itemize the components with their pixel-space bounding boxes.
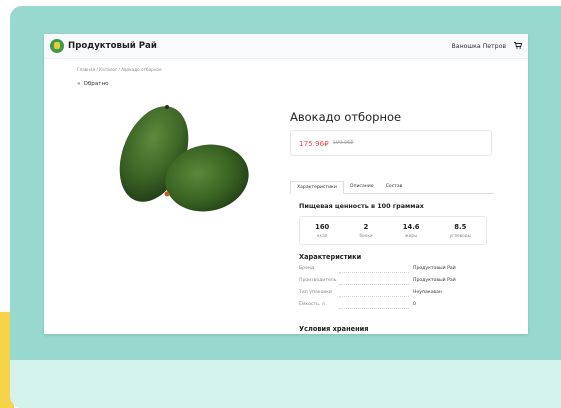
top-nav: Продуктовый Рай Ваношка Петров bbox=[44, 34, 528, 59]
nutrition-fat: 14.6 жиры bbox=[403, 223, 420, 238]
characteristics-heading: Характеристики bbox=[299, 253, 362, 261]
back-link[interactable]: « Обратно bbox=[77, 81, 109, 87]
back-label: Обратно bbox=[83, 81, 109, 87]
tab-description[interactable]: Описание bbox=[344, 181, 380, 193]
product-title: Авокадо отборное bbox=[290, 110, 402, 124]
char-value: 0 bbox=[413, 302, 416, 307]
user-name-link[interactable]: Ваношка Петров bbox=[452, 43, 506, 50]
char-dots bbox=[339, 284, 409, 285]
nav-right: Ваношка Петров bbox=[452, 41, 523, 51]
char-key: Ёмкость, л bbox=[299, 302, 325, 307]
tab-composition[interactable]: Состав bbox=[380, 181, 409, 193]
nutrition-carbs: 8.5 углеводы bbox=[450, 223, 471, 238]
char-value: Продуктовый Рай bbox=[413, 278, 456, 283]
char-row-package: Тип упаковки Неупакован bbox=[299, 290, 485, 299]
char-value: Неупакован bbox=[413, 290, 442, 295]
mockup-footer-band bbox=[10, 360, 561, 408]
nutrition-unit: ккал bbox=[317, 233, 328, 238]
brand-name: Продуктовый Рай bbox=[68, 41, 157, 51]
price-old: 199.96₽ bbox=[332, 140, 354, 146]
char-dots bbox=[339, 296, 409, 297]
char-value: Продуктовый Рай bbox=[413, 266, 456, 271]
char-key: Бренд bbox=[299, 266, 315, 271]
product-page: Продуктовый Рай Ваношка Петров Главная /… bbox=[44, 34, 528, 334]
char-row-volume: Ёмкость, л 0 bbox=[299, 302, 485, 311]
nutrition-kcal: 160 ккал bbox=[315, 223, 329, 238]
char-key: Производитель bbox=[299, 278, 337, 283]
tab-characteristics[interactable]: Характеристики bbox=[290, 181, 344, 194]
price-current: 175.96₽ bbox=[299, 138, 329, 148]
nutrition-unit: белки bbox=[359, 233, 373, 238]
nutrition-heading: Пищевая ценность в 100 граммах bbox=[299, 202, 424, 210]
product-tabs: Характеристики Описание Состав bbox=[290, 181, 494, 194]
char-row-brand: Бренд Продуктовый Рай bbox=[299, 266, 485, 275]
cart-icon[interactable] bbox=[514, 41, 523, 51]
storage-heading: Условия хранения bbox=[299, 325, 369, 333]
nutrition-unit: жиры bbox=[404, 233, 418, 238]
nutrition-value: 14.6 bbox=[402, 223, 420, 231]
nutrition-value: 8.5 bbox=[454, 223, 467, 231]
char-key: Тип упаковки bbox=[299, 290, 332, 295]
nutrition-value: 2 bbox=[363, 223, 369, 231]
nutrition-value: 160 bbox=[315, 223, 330, 231]
char-dots bbox=[339, 272, 409, 273]
brand[interactable]: Продуктовый Рай bbox=[50, 39, 157, 53]
nutrition-box: 160 ккал 2 белки 14.6 жиры 8.5 углеводы bbox=[299, 216, 487, 245]
double-chevron-left-icon: « bbox=[77, 81, 81, 87]
char-row-manufacturer: Производитель Продуктовый Рай bbox=[299, 278, 485, 287]
breadcrumb[interactable]: Главная / Каталог / Авокадо отборное bbox=[77, 67, 162, 72]
product-image bbox=[104, 96, 264, 226]
price-box: 175.96₽ 199.96₽ bbox=[290, 130, 492, 156]
char-dots bbox=[339, 308, 409, 309]
nutrition-protein: 2 белки bbox=[359, 223, 372, 238]
nutrition-unit: углеводы bbox=[449, 233, 471, 238]
logo-icon bbox=[50, 39, 64, 53]
